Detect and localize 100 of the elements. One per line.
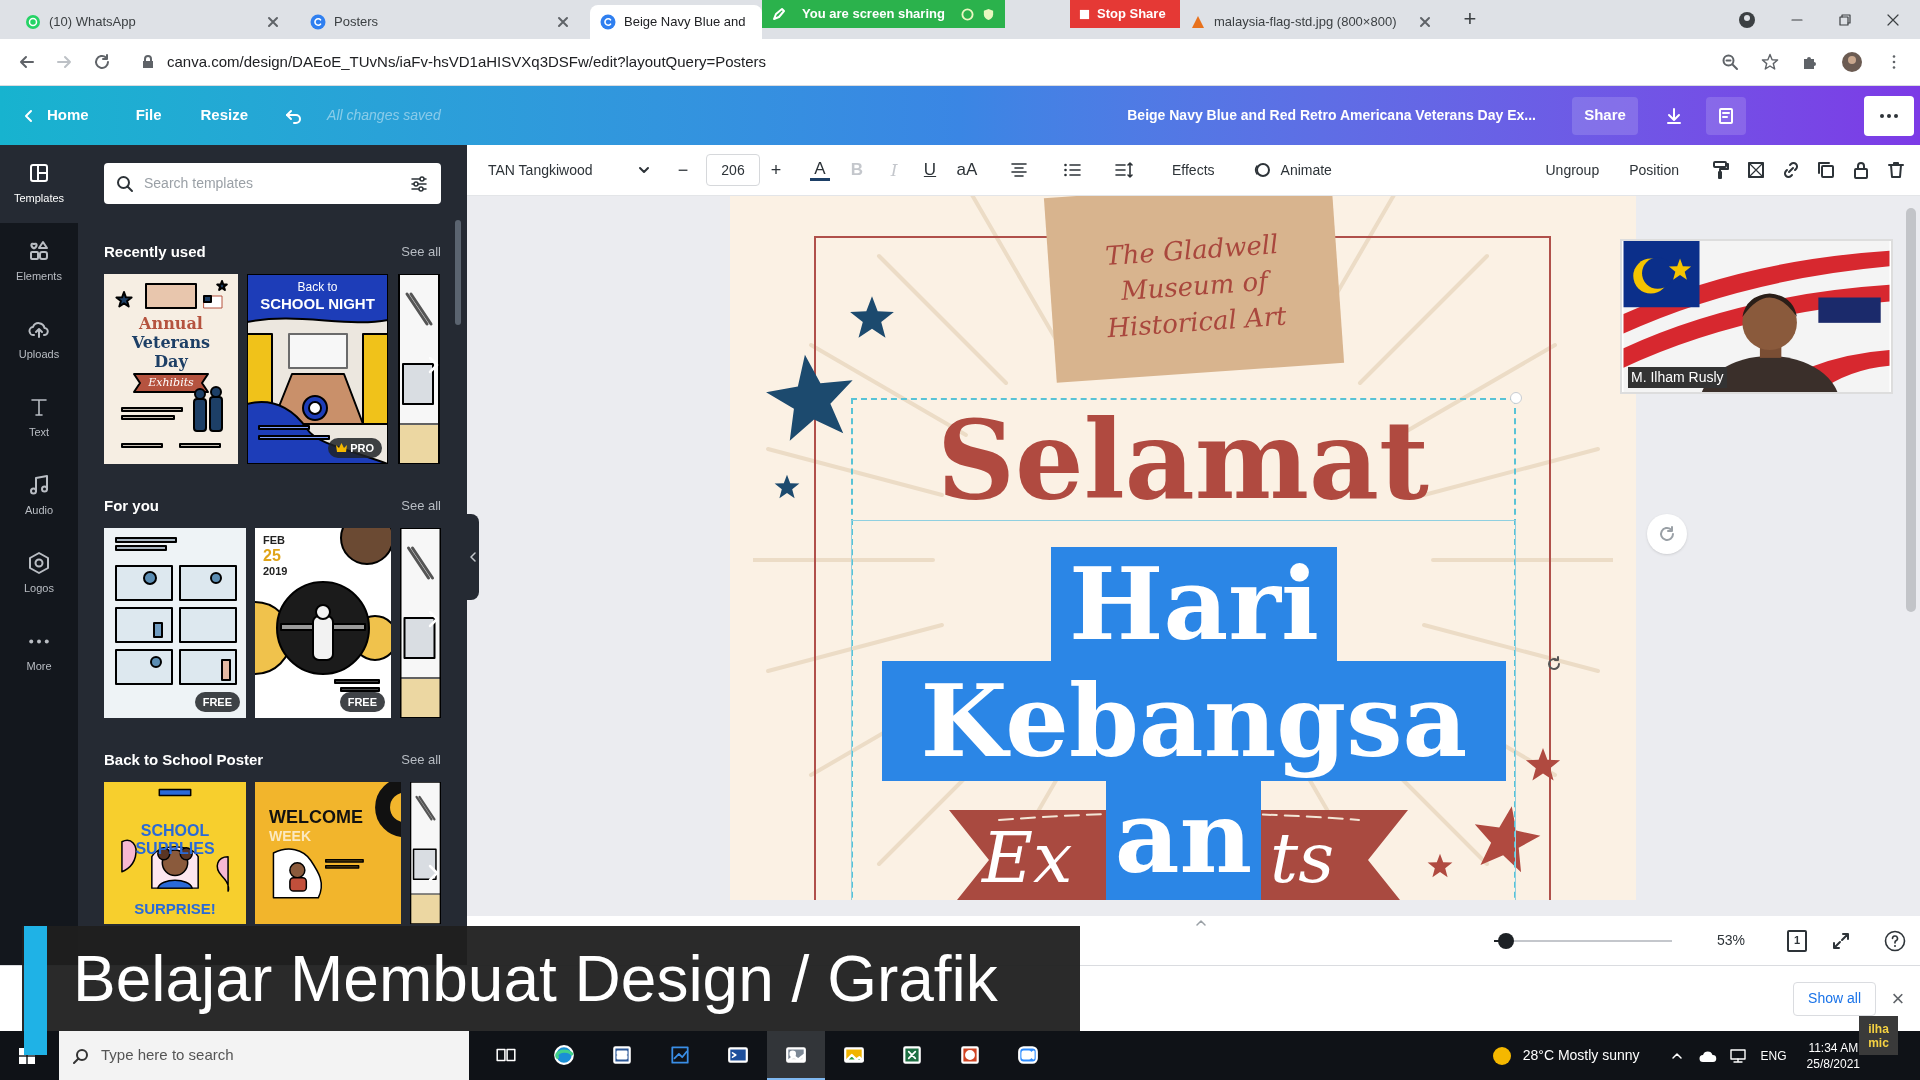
animate-icon — [1252, 161, 1271, 179]
browser-tab[interactable]: (10) WhatsApp — [15, 5, 290, 39]
link-icon[interactable] — [1781, 160, 1801, 180]
clock-date[interactable]: 25/8/2021 — [1806, 1055, 1860, 1072]
network-icon[interactable] — [1728, 1047, 1747, 1064]
template-title: Annual Veterans Day — [130, 314, 212, 371]
align-center-icon[interactable] — [1009, 160, 1029, 180]
sidebar-tab[interactable]: Elements — [0, 223, 78, 301]
search-field[interactable]: Search templates — [104, 163, 441, 204]
format-button[interactable]: A — [802, 153, 838, 187]
format-button[interactable]: U — [912, 153, 948, 187]
search-input[interactable]: Search templates — [144, 173, 399, 194]
show-all-button[interactable]: Show all — [1793, 981, 1876, 1016]
share-button[interactable]: Share — [1572, 96, 1638, 135]
template-thumbnail[interactable]: WELCOME WEEK — [255, 782, 401, 924]
scrollbar[interactable] — [455, 220, 461, 325]
language-indicator[interactable]: ENG — [1760, 1046, 1787, 1065]
sidebar-tab[interactable]: Logos — [0, 535, 78, 613]
star-icon[interactable] — [1761, 53, 1779, 71]
panel-collapse-button[interactable] — [467, 514, 479, 600]
sidebar-tab[interactable]: Templates — [0, 145, 78, 223]
document-title[interactable]: Beige Navy Blue and Red Retro Americana Veterans Day Ex... — [1127, 105, 1536, 126]
more-button[interactable] — [1864, 95, 1914, 136]
close-icon[interactable] — [1418, 15, 1432, 29]
sidebar-tab[interactable]: Uploads — [0, 301, 78, 379]
template-thumbnail[interactable]: Annual Veterans Day Exhibits — [104, 274, 238, 464]
see-all-link[interactable]: See all — [401, 496, 441, 516]
weather-text[interactable]: 28°C Mostly sunny — [1522, 1045, 1640, 1066]
mic-label: ilha mic — [1859, 1016, 1898, 1055]
present-button[interactable] — [1706, 96, 1746, 135]
chevron-right-icon[interactable] — [426, 862, 440, 884]
template-thumbnail[interactable] — [397, 274, 441, 464]
profile-icon[interactable] — [1738, 10, 1756, 29]
font-dropdown[interactable]: TAN Tangkiwood — [478, 153, 661, 187]
help-icon[interactable] — [1884, 929, 1907, 952]
price-badge: FREE — [194, 692, 240, 712]
lock-icon[interactable] — [1851, 160, 1871, 180]
new-tab-button[interactable]: + — [1456, 5, 1484, 33]
document-icon[interactable] — [611, 1043, 633, 1066]
template-thumbnail[interactable] — [410, 782, 441, 924]
ungroup-button[interactable]: Ungroup — [1537, 153, 1608, 187]
paint-roller-icon[interactable] — [1711, 160, 1731, 180]
see-all-link[interactable]: See all — [401, 750, 441, 770]
search-input[interactable]: Type here to search — [101, 1044, 455, 1067]
copy-icon[interactable] — [1816, 160, 1836, 180]
close-icon[interactable] — [1886, 12, 1900, 27]
url-text[interactable]: canva.com/design/DAEoE_TUvNs/iaFv-hsVD1aHISVXq3DSFw/edit?layoutQuery=Posters — [167, 50, 766, 74]
taskbar-search-field[interactable]: Type here to search — [59, 1031, 469, 1080]
zoom-slider[interactable] — [1494, 932, 1672, 949]
browser-tab[interactable]: Posters — [300, 5, 580, 39]
template-thumbnail[interactable]: FREE — [104, 528, 246, 718]
slider-thumb[interactable] — [1498, 932, 1515, 949]
chat-icon — [25, 14, 41, 30]
maximize-icon[interactable] — [1838, 12, 1852, 27]
participant-name: M. Ilham Rusly — [1628, 367, 1727, 388]
close-button[interactable]: × — [1890, 987, 1906, 1010]
scrollbar[interactable] — [1906, 208, 1916, 612]
selected-text: Kebangsa — [882, 661, 1506, 781]
spreadsheet-icon[interactable] — [901, 1043, 923, 1066]
decrease-button[interactable]: − — [671, 155, 695, 185]
reload-icon[interactable] — [93, 53, 111, 71]
chevron-right-icon[interactable] — [426, 354, 440, 376]
template-thumbnail[interactable]: FEB 25 2019 FREE — [255, 528, 391, 718]
filter-icon[interactable] — [409, 173, 429, 194]
template-thumbnail[interactable]: Back to SCHOOL NIGHT PRO — [247, 274, 388, 464]
close-icon[interactable] — [556, 15, 570, 29]
font-size-field[interactable]: 206 — [706, 154, 760, 186]
browser-tab[interactable]: Beige Navy Blue and — [590, 5, 762, 39]
transparency-icon[interactable] — [1746, 160, 1766, 180]
trash-icon[interactable] — [1886, 160, 1906, 180]
video-camera-icon[interactable] — [1017, 1043, 1039, 1066]
effects-button[interactable]: Effects — [1162, 153, 1225, 187]
sidebar-tab[interactable]: More — [0, 613, 78, 691]
browser-icon[interactable] — [553, 1043, 575, 1066]
close-icon[interactable] — [266, 15, 280, 29]
sidebar-tab[interactable]: Text — [0, 379, 78, 457]
museum-name: The Gladwell Museum of Historical Art — [1103, 227, 1288, 345]
browser-tab[interactable]: malaysia-flag-std.jpg (800×800) — [1180, 5, 1442, 39]
rotate-button[interactable] — [1647, 514, 1687, 554]
animate-button[interactable]: Animate — [1244, 153, 1340, 187]
template-thumbnail[interactable] — [400, 528, 441, 718]
line-spacing-icon[interactable] — [1114, 160, 1134, 180]
chevron-right-icon[interactable] — [426, 608, 440, 630]
resize-handle[interactable] — [1510, 392, 1522, 404]
stop-share-button[interactable]: Stop Share — [1070, 0, 1180, 28]
increase-button[interactable]: + — [765, 155, 787, 185]
back-icon[interactable] — [18, 53, 36, 71]
position-button[interactable]: Position — [1621, 153, 1687, 187]
clock-time[interactable]: 11:34 AM — [1808, 1039, 1859, 1056]
rotate-handle-icon[interactable] — [1546, 656, 1562, 672]
zoom-icon[interactable] — [1721, 53, 1739, 71]
format-button[interactable]: aA — [949, 153, 985, 187]
presentation-icon[interactable] — [959, 1043, 981, 1066]
sidebar-tab[interactable]: Audio — [0, 457, 78, 535]
zoom-percentage[interactable]: 53% — [1717, 930, 1746, 951]
see-all-link[interactable]: See all — [401, 242, 441, 262]
avatar-icon[interactable] — [1841, 51, 1863, 73]
fullscreen-icon[interactable] — [1832, 931, 1851, 950]
chart-icon[interactable] — [669, 1043, 691, 1066]
page-count-button[interactable]: 1 — [1787, 929, 1808, 952]
